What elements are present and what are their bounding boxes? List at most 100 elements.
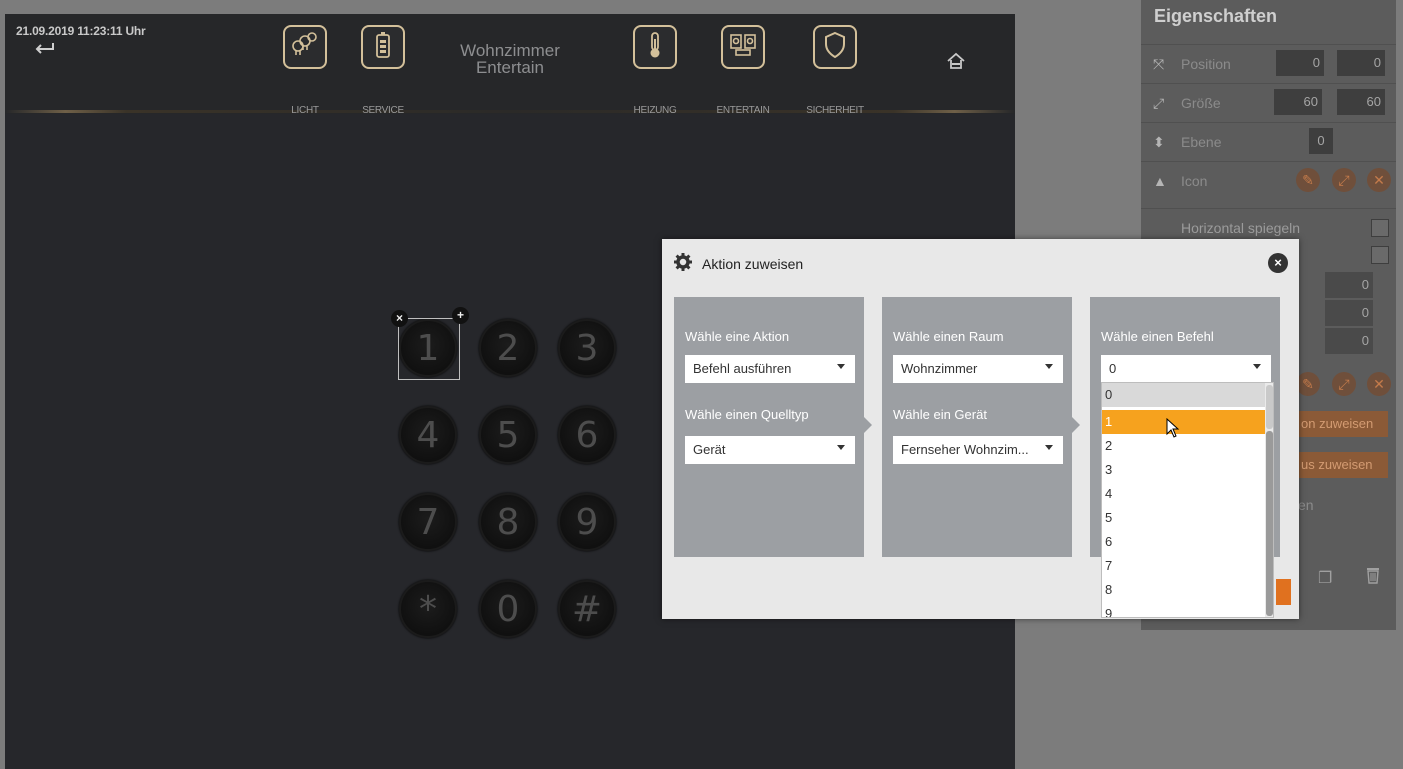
shield-icon <box>823 31 847 64</box>
command-dropdown-list[interactable]: 0 1 2 3 4 5 6 7 8 9 <box>1101 382 1274 618</box>
keypad-key-6[interactable]: 6 <box>558 406 616 464</box>
field-a-input[interactable]: 0 <box>1325 272 1373 298</box>
scrollbar-track-upper <box>1266 385 1273 429</box>
flip-horizontal-checkbox[interactable] <box>1371 219 1389 237</box>
action-label: Wähle eine Aktion <box>685 329 790 344</box>
field-b-input[interactable]: 0 <box>1325 300 1373 326</box>
room-column: Wähle einen Raum Wohnzimmer Wähle ein Ge… <box>882 297 1080 557</box>
dropdown-option[interactable]: 0 <box>1102 383 1265 407</box>
selection-frame[interactable]: × + <box>391 307 469 380</box>
source-type-select[interactable]: Gerät <box>685 436 855 464</box>
source-type-select-value: Gerät <box>693 442 726 457</box>
keypad-key-8[interactable]: 8 <box>479 493 537 551</box>
nav-label-entertain: ENTERTAIN <box>716 105 770 116</box>
dropdown-option[interactable]: 9 <box>1102 602 1265 617</box>
dropdown-option[interactable]: 5 <box>1102 506 1265 530</box>
dropdown-option[interactable]: 8 <box>1102 578 1265 602</box>
home-icon[interactable] <box>946 52 966 75</box>
trash-icon[interactable] <box>1366 567 1380 589</box>
size-label: Größe <box>1181 95 1221 111</box>
chevron-down-icon <box>837 445 845 450</box>
nav-button-service[interactable] <box>361 25 405 69</box>
remove-icon[interactable]: ✕ <box>1367 168 1391 192</box>
keypad-key-3[interactable]: 3 <box>558 319 616 377</box>
layer-row: ⬍ Ebene 0 <box>1141 122 1396 160</box>
column-arrow <box>1072 417 1080 433</box>
dropdown-scrollbar[interactable] <box>1265 383 1273 617</box>
remove-handle[interactable]: × <box>391 310 408 327</box>
room-select-value: Wohnzimmer <box>901 361 978 376</box>
thermometer-icon <box>646 31 664 64</box>
nav-label-licht: LICHT <box>291 105 319 116</box>
remove-icon-2[interactable]: ✕ <box>1367 372 1391 396</box>
dropdown-option[interactable]: 2 <box>1102 434 1265 458</box>
layer-label: Ebene <box>1181 134 1222 150</box>
expand-icon[interactable]: ⤢ <box>1332 168 1356 192</box>
size-width-input[interactable]: 60 <box>1274 89 1322 115</box>
keypad-key-5[interactable]: 5 <box>479 406 537 464</box>
device-select-value: Fernseher Wohnzim... <box>901 442 1029 457</box>
assign-action-button[interactable]: on zuweisen <box>1298 411 1388 437</box>
room-select[interactable]: Wohnzimmer <box>893 355 1063 383</box>
keypad-key-hash[interactable]: # <box>558 580 616 638</box>
position-row: ⤧ Position 0 0 <box>1141 44 1396 82</box>
action-column: Wähle eine Aktion Befehl ausführen Wähle… <box>674 297 872 557</box>
keypad-key-2[interactable]: 2 <box>479 319 537 377</box>
keypad-key-0[interactable]: 0 <box>479 580 537 638</box>
keypad-key-star[interactable]: * <box>399 580 457 638</box>
position-y-input[interactable]: 0 <box>1337 50 1385 76</box>
confirm-button[interactable] <box>1276 579 1291 605</box>
position-label: Position <box>1181 56 1231 72</box>
nav-button-heizung[interactable] <box>633 25 677 69</box>
room-title-line2: Entertain <box>475 58 545 77</box>
nav-button-licht[interactable] <box>283 25 327 69</box>
expand-icon-2[interactable]: ⤢ <box>1332 372 1356 396</box>
resize-icon: ⤢ <box>1153 95 1165 111</box>
keypad-key-7[interactable]: 7 <box>399 493 457 551</box>
close-icon[interactable]: × <box>1268 253 1288 273</box>
speakers-icon <box>728 32 758 63</box>
command-select[interactable]: 0 <box>1101 355 1271 383</box>
room-title: Wohnzimmer Entertain <box>425 42 595 76</box>
action-select-value: Befehl ausführen <box>693 361 792 376</box>
nav-label-heizung: HEIZUNG <box>633 105 677 116</box>
dropdown-option-hovered[interactable]: 1 <box>1102 410 1265 434</box>
dropdown-option[interactable]: 6 <box>1102 530 1265 554</box>
icon-row: ▲ Icon ✎ ⤢ ✕ <box>1141 161 1396 199</box>
copy-icon[interactable]: ❐ <box>1318 568 1332 588</box>
position-x-input[interactable]: 0 <box>1276 50 1324 76</box>
room-label: Wähle einen Raum <box>893 329 1004 344</box>
datetime-display: 21.09.2019 11:23:11 Uhr <box>16 24 146 38</box>
edit-icon-2[interactable]: ✎ <box>1296 372 1320 396</box>
device-select[interactable]: Fernseher Wohnzim... <box>893 436 1063 464</box>
dialog-header: Aktion zuweisen × <box>662 239 1299 287</box>
keypad-key-9[interactable]: 9 <box>558 493 616 551</box>
room-title-line1: Wohnzimmer <box>460 41 560 60</box>
edit-icon[interactable]: ✎ <box>1296 168 1320 192</box>
column-arrow <box>864 417 872 433</box>
properties-title: Eigenschaften <box>1154 6 1278 26</box>
top-navigation-bar: 21.09.2019 11:23:11 Uhr LICHT SERVICE Wo… <box>5 14 1015 116</box>
back-arrow-icon[interactable] <box>33 42 55 61</box>
scrollbar-thumb[interactable] <box>1266 431 1273 616</box>
move-icon: ⤧ <box>1153 56 1165 72</box>
nav-button-entertain[interactable] <box>721 25 765 69</box>
partial-label: en <box>1298 497 1314 513</box>
add-handle[interactable]: + <box>452 307 469 324</box>
layer-input[interactable]: 0 <box>1309 128 1333 154</box>
nav-button-sicherheit[interactable] <box>813 25 857 69</box>
dropdown-option[interactable]: 7 <box>1102 554 1265 578</box>
nav-label-sicherheit: SICHERHEIT <box>806 105 864 116</box>
dropdown-option[interactable]: 4 <box>1102 482 1265 506</box>
flip-horizontal-label: Horizontal spiegeln <box>1181 220 1301 236</box>
battery-icon <box>373 31 393 64</box>
dropdown-option[interactable]: 3 <box>1102 458 1265 482</box>
assign-status-button[interactable]: us zuweisen <box>1298 452 1388 478</box>
keypad-key-4[interactable]: 4 <box>399 406 457 464</box>
image-icon: ▲ <box>1153 173 1167 189</box>
size-height-input[interactable]: 60 <box>1337 89 1385 115</box>
action-select[interactable]: Befehl ausführen <box>685 355 855 383</box>
flip-vertical-checkbox[interactable] <box>1371 246 1389 264</box>
layer-updown-icon: ⬍ <box>1153 134 1165 150</box>
field-c-input[interactable]: 0 <box>1325 328 1373 354</box>
